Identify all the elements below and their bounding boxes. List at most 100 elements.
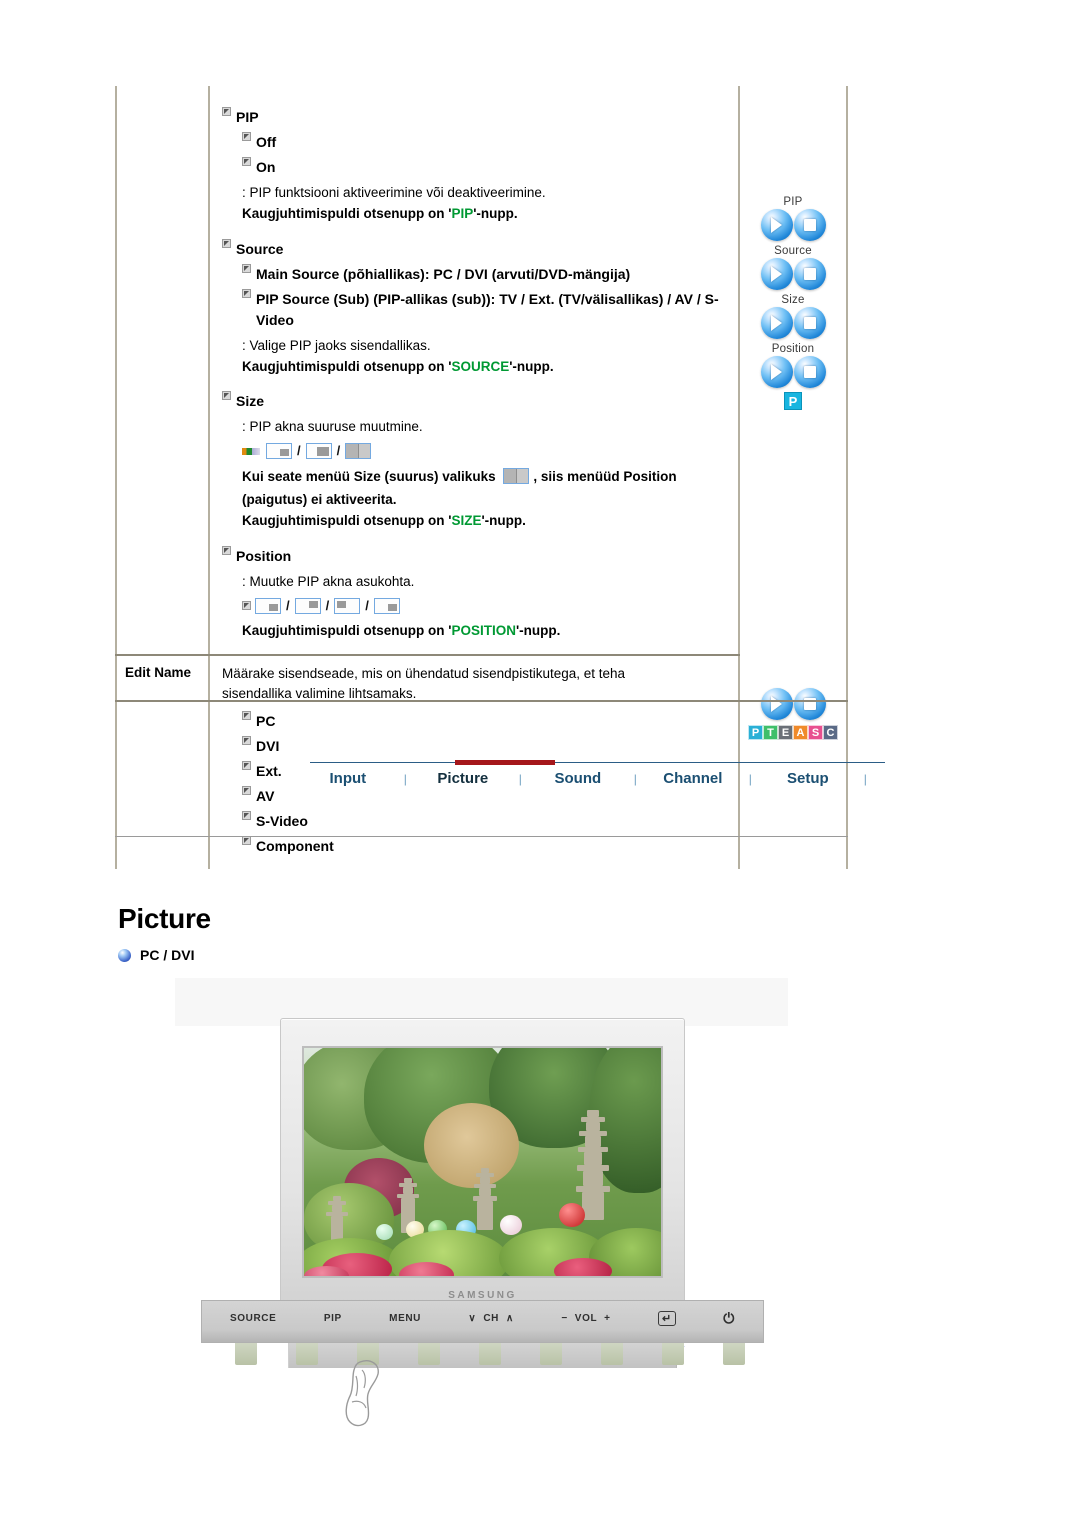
power-button-icon[interactable]: ⏻: [723, 1310, 735, 1327]
product-illustration: SAMSUNG SOURCE PIP MENU ∨ CH ∧ − VOL + ↵…: [175, 978, 788, 1428]
minus-icon[interactable]: −: [561, 1313, 567, 1324]
port-icon: [601, 1343, 623, 1365]
row-label-text: Edit Name: [125, 664, 192, 680]
pip-size-small-icon: [266, 443, 292, 459]
nav-separator: |: [863, 771, 867, 786]
icon-separator: /: [365, 597, 369, 613]
edit-name-option-av: AV: [242, 786, 728, 807]
remote-button-stack: PIP Source Size Position P: [740, 196, 846, 410]
option-label: DVI: [256, 738, 280, 754]
icon-separator: /: [336, 443, 341, 459]
bullet-square-icon: [242, 811, 251, 820]
size-note: Kui seate menüü Size (suurus) valikuks ,…: [242, 467, 728, 487]
option-title: Position: [236, 547, 292, 564]
port-icon: [479, 1343, 501, 1365]
pip-position-bottom-right-icon: [255, 597, 281, 614]
play-button-icon[interactable]: [760, 209, 793, 241]
chevron-up-icon[interactable]: ∧: [506, 1313, 514, 1324]
play-button-icon[interactable]: [760, 356, 793, 388]
nav-separator: |: [748, 771, 752, 786]
tab-sound[interactable]: Sound: [540, 770, 616, 787]
letter-t-icon: T: [763, 724, 778, 740]
chevron-down-icon[interactable]: ∨: [468, 1313, 476, 1324]
option-label: Ext.: [256, 763, 282, 779]
option-label: PIP Source (Sub) (PIP-allikas (sub)): TV…: [256, 290, 719, 328]
bullet-square-icon: [222, 107, 231, 116]
stop-button-icon[interactable]: [793, 209, 826, 241]
button-pair-source: [740, 258, 846, 290]
pointing-hand-icon: [345, 1360, 379, 1427]
tab-picture[interactable]: Picture: [425, 770, 501, 787]
button-pair-position: [740, 356, 846, 388]
port-icon: [418, 1343, 440, 1365]
stop-button-icon[interactable]: [793, 356, 826, 388]
monitor-screen: [302, 1046, 663, 1278]
pip-size-double-icon: [503, 467, 530, 484]
option-group-position: Position: [222, 545, 728, 567]
control-channel-group: ∨ CH ∧: [468, 1313, 514, 1324]
option-main-source: Main Source (põhiallikas): PC / DVI (arv…: [242, 263, 728, 285]
option-group-source: Source: [222, 238, 728, 260]
option-label: Component: [256, 838, 334, 854]
section-nav: Input | Picture | Sound | Channel | Setu…: [310, 760, 885, 787]
subsection-heading: PC / DVI: [118, 947, 194, 963]
bullet-square-icon: [242, 761, 251, 770]
play-button-icon[interactable]: [760, 687, 793, 720]
control-pip-label[interactable]: PIP: [324, 1313, 342, 1324]
enter-button-icon[interactable]: ↵: [658, 1311, 676, 1326]
bullet-square-icon: [242, 288, 251, 298]
option-label: On: [256, 159, 276, 175]
remote-hint-suffix: '-nupp.: [509, 358, 554, 374]
play-button-icon[interactable]: [760, 258, 793, 290]
button-pair-edit-name: [740, 687, 846, 720]
blue-bullet-icon: [118, 948, 131, 962]
remote-hint-suffix: '-nupp.: [481, 513, 526, 529]
remote-hint-key: PIP: [451, 206, 474, 222]
letter-c-icon: C: [823, 724, 838, 740]
option-group-pip: PIP: [222, 107, 728, 128]
tab-setup[interactable]: Setup: [770, 770, 846, 787]
stop-button-icon[interactable]: [793, 258, 826, 290]
control-volume-group: − VOL +: [561, 1313, 610, 1324]
option-label: Main Source (põhiallikas): PC / DVI (arv…: [256, 265, 631, 282]
port-icon: [296, 1343, 318, 1365]
letter-p-icon: P: [748, 724, 763, 740]
bullet-square-icon: [242, 736, 251, 745]
edit-name-option-dvi: DVI: [242, 736, 728, 757]
icon-separator: /: [325, 597, 330, 613]
option-title: Source: [236, 240, 284, 257]
option-pip-on: On: [242, 157, 728, 178]
pip-position-top-right-icon: [294, 597, 321, 614]
remote-hint-prefix: Kaugjuhtimispuldi otsenupp on ': [242, 623, 452, 639]
remote-hint-prefix: Kaugjuhtimispuldi otsenupp on ': [242, 206, 452, 222]
icon-separator: /: [297, 443, 301, 459]
bullet-square-icon: [242, 132, 251, 141]
table-bottom-border: [115, 700, 848, 702]
size-note-cont: (paigutus) ei aktiveerita.: [242, 492, 397, 507]
pip-remote-hint: Kaugjuhtimispuldi otsenupp on 'PIP'-nupp…: [242, 204, 728, 224]
nav-separator: |: [403, 771, 407, 786]
plus-icon[interactable]: +: [604, 1313, 610, 1324]
option-group-size: Size: [222, 391, 728, 412]
size-option-icons: / /: [242, 441, 728, 461]
option-label: Off: [256, 134, 277, 150]
stop-button-icon[interactable]: [793, 687, 826, 720]
button-group-label: Size: [781, 294, 805, 306]
pip-size-large-icon: [305, 443, 332, 459]
letter-a-icon: A: [793, 724, 808, 740]
color-gradient-chip-icon: [242, 447, 260, 455]
pip-size-double-icon: [345, 443, 372, 459]
row-label-cell: [115, 86, 210, 654]
remote-hint-key: POSITION: [451, 623, 516, 639]
table-row: PIP Off On : PIP funktsiooni aktiveerimi…: [115, 86, 848, 654]
play-button-icon[interactable]: [760, 307, 793, 339]
stop-button-icon[interactable]: [793, 307, 826, 339]
control-vol-label: VOL: [574, 1313, 598, 1324]
tab-input[interactable]: Input: [310, 770, 386, 787]
control-menu-label[interactable]: MENU: [389, 1313, 421, 1324]
port-icon: [540, 1343, 562, 1365]
bullet-square-icon: [222, 391, 231, 400]
remote-hint-prefix: Kaugjuhtimispuldi otsenupp on ': [242, 513, 452, 529]
control-source-label[interactable]: SOURCE: [230, 1313, 276, 1324]
tab-channel[interactable]: Channel: [655, 770, 731, 787]
